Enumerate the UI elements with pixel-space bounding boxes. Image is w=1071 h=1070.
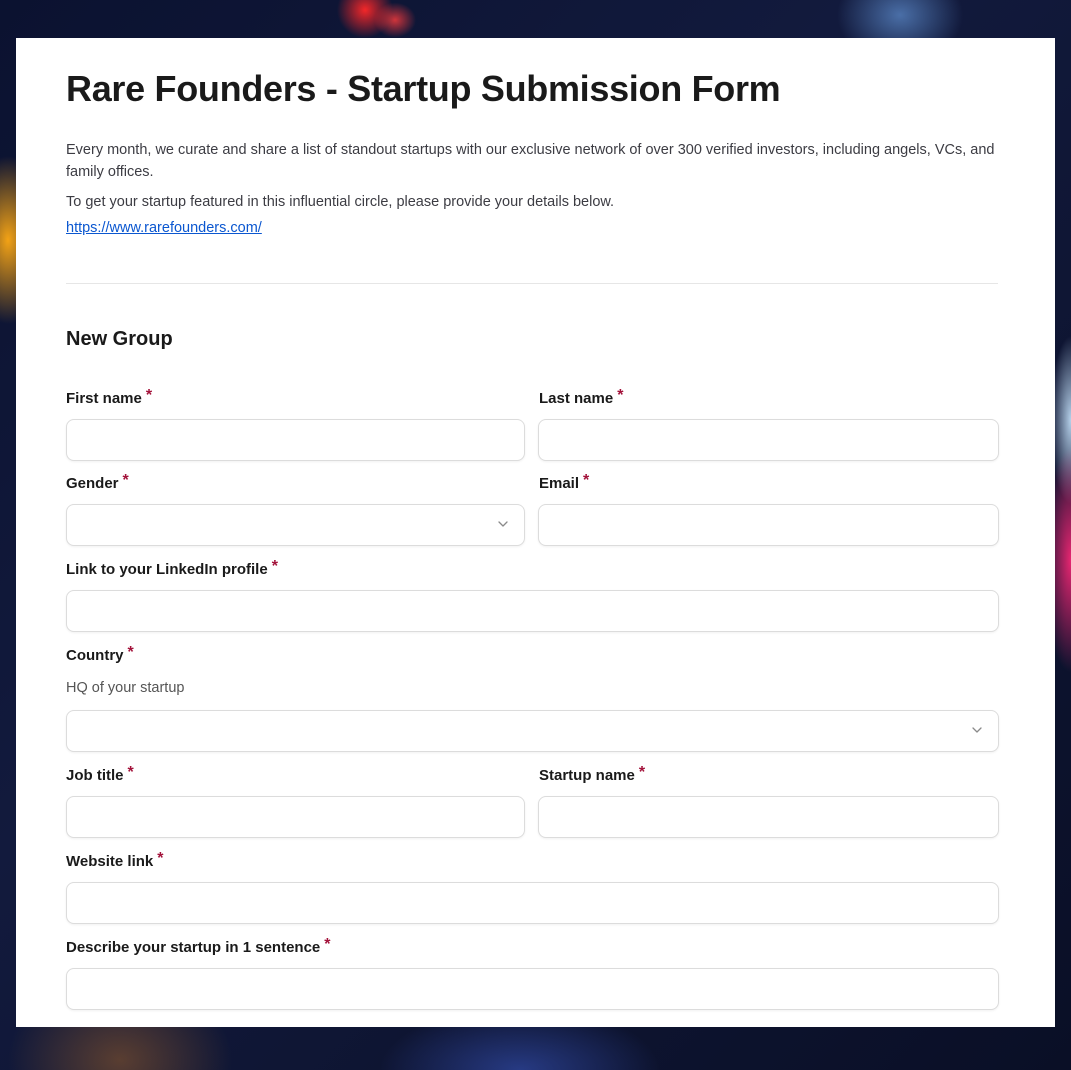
chevron-down-icon [972, 727, 982, 733]
required-marker: * [122, 472, 129, 489]
form-card: Rare Founders - Startup Submission Form … [16, 38, 1055, 1027]
website-link[interactable]: https://www.rarefounders.com/ [66, 220, 262, 236]
startup-name-label: Startup name * [539, 764, 646, 785]
describe-label-text: Describe your startup in 1 sentence [66, 939, 321, 956]
job-title-input[interactable] [66, 796, 525, 838]
required-marker: * [271, 558, 278, 575]
website-input[interactable] [66, 882, 999, 924]
last-name-input[interactable] [538, 419, 999, 461]
group-title: New Group [66, 328, 173, 350]
describe-label: Describe your startup in 1 sentence * [66, 936, 331, 957]
linkedin-input[interactable] [66, 590, 999, 632]
required-marker: * [324, 936, 331, 953]
divider [66, 283, 998, 284]
required-marker: * [145, 387, 153, 404]
chevron-down-icon [498, 521, 508, 527]
linkedin-label: Link to your LinkedIn profile * [66, 558, 278, 579]
required-marker: * [617, 387, 624, 404]
required-marker: * [127, 644, 134, 661]
country-select[interactable] [66, 710, 999, 752]
form-description: Every month, we curate and share a list … [66, 142, 995, 180]
required-marker: * [583, 472, 590, 489]
startup-name-label-text: Startup name [539, 767, 635, 784]
country-label: Country * [66, 644, 134, 665]
job-title-label: Job title * [66, 764, 134, 785]
last-name-label-text: Last name [539, 390, 614, 407]
gender-label-text: Gender [66, 475, 119, 492]
required-marker: * [127, 764, 134, 781]
first-name-input[interactable] [66, 419, 525, 461]
gender-label: Gender * [66, 472, 129, 493]
startup-name-input[interactable] [538, 796, 999, 838]
gender-select[interactable] [66, 504, 525, 546]
website-label-text: Website link [66, 853, 154, 870]
website-label: Website link * [66, 850, 164, 871]
required-marker: * [638, 764, 646, 781]
first-name-label-text: First name [66, 390, 142, 407]
form-instructions: To get your startup featured in this inf… [66, 194, 615, 210]
linkedin-label-text: Link to your LinkedIn profile [66, 561, 268, 578]
first-name-label: First name * [66, 387, 153, 408]
email-label: Email * [539, 472, 590, 493]
last-name-label: Last name * [539, 387, 624, 408]
email-input[interactable] [538, 504, 999, 546]
email-label-text: Email [539, 475, 580, 492]
job-title-label-text: Job title [66, 767, 124, 784]
country-label-text: Country [66, 647, 124, 664]
describe-input[interactable] [66, 968, 999, 1010]
form-title: Rare Founders - Startup Submission Form [66, 68, 781, 109]
country-helper-text: HQ of your startup [66, 680, 185, 696]
required-marker: * [157, 850, 164, 867]
